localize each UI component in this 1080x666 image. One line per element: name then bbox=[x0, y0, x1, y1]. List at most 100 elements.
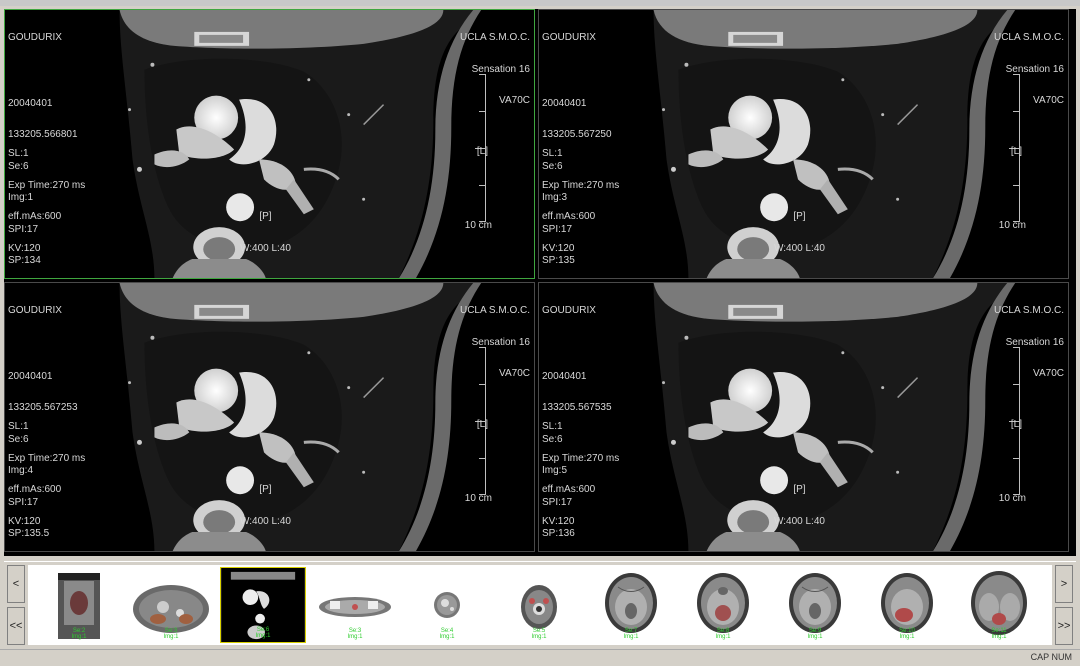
orientation-posterior: [P] bbox=[793, 211, 806, 222]
institution-overlay: UCLA S.M.O.C. Sensation 16 VA70C bbox=[460, 12, 530, 128]
patient-name: GOUDURIX bbox=[542, 305, 596, 316]
series-thumbnail[interactable]: Se:7 Img:1 bbox=[588, 567, 674, 643]
orientation-left: [L] bbox=[1010, 146, 1022, 157]
study-date: 20040401 bbox=[8, 97, 53, 109]
institution-overlay: UCLA S.M.O.C. Sensation 16 VA70C bbox=[994, 12, 1064, 128]
study-date: 20040401 bbox=[8, 370, 53, 382]
software-version: VA70C bbox=[499, 95, 530, 106]
scroll-left-button[interactable]: < bbox=[7, 565, 25, 603]
acquisition-overlay: SL:1 Exp Time:270 ms eff.mAs:600 KV:120 bbox=[8, 128, 85, 275]
series-thumbnail[interactable]: Se:6 Img:1 bbox=[220, 567, 306, 643]
orientation-posterior: [P] bbox=[259, 211, 272, 222]
exposure-time: Exp Time:270 ms bbox=[542, 179, 620, 191]
institution-name: UCLA S.M.O.C. bbox=[993, 305, 1064, 316]
thumbnail-caption: Se:4 Img:1 bbox=[439, 628, 455, 640]
window-level: W:400 L:40 bbox=[774, 515, 825, 527]
orientation-posterior: [P] bbox=[793, 484, 806, 495]
acquisition-overlay: SL:1 Exp Time:270 ms eff.mAs:600 KV:120 bbox=[542, 401, 619, 548]
slice-thickness: SL:1 bbox=[542, 421, 563, 432]
scale-label: 10 cm bbox=[464, 220, 492, 231]
slice-thickness: SL:1 bbox=[8, 421, 29, 432]
series-thumbnail[interactable]: Se:3 Img:1 bbox=[128, 567, 214, 643]
series-thumbnail[interactable]: Se:8 Img:1 bbox=[680, 567, 766, 643]
window-overlay: [P] W:400 L:40 bbox=[240, 464, 291, 548]
software-version: VA70C bbox=[499, 368, 530, 379]
effective-mas: eff.mAs:600 bbox=[542, 211, 596, 222]
viewport-pane-1[interactable]: GOUDURIX 20040401 133205.566801 Se:6 Img… bbox=[4, 9, 535, 279]
page-right-button[interactable]: >> bbox=[1055, 607, 1073, 645]
institution-name: UCLA S.M.O.C. bbox=[459, 32, 530, 43]
slice-thickness: SL:1 bbox=[8, 148, 29, 159]
series-thumbnail[interactable]: Se:5 Img:1 bbox=[496, 567, 582, 643]
window-overlay: [P] W:400 L:40 bbox=[774, 191, 825, 275]
window-level: W:400 L:40 bbox=[240, 515, 291, 527]
slice-thickness: SL:1 bbox=[542, 148, 563, 159]
window-level: W:400 L:40 bbox=[240, 242, 291, 254]
keyboard-indicators: CAP NUM bbox=[1030, 652, 1072, 662]
orientation-posterior: [P] bbox=[259, 484, 272, 495]
thumbnail-caption: Se:3 Img:1 bbox=[163, 628, 179, 640]
kilovoltage: KV:120 bbox=[8, 242, 41, 254]
kilovoltage: KV:120 bbox=[8, 515, 41, 527]
orientation-left: [L] bbox=[476, 419, 488, 430]
device-name: Sensation 16 bbox=[471, 63, 530, 75]
patient-name: GOUDURIX bbox=[8, 305, 62, 316]
study-date: 20040401 bbox=[542, 370, 587, 382]
thumbnail-caption: Se:2 Img:1 bbox=[71, 628, 87, 640]
institution-name: UCLA S.M.O.C. bbox=[459, 305, 530, 316]
scale-label: 10 cm bbox=[464, 493, 492, 504]
institution-name: UCLA S.M.O.C. bbox=[993, 32, 1064, 43]
image-viewer: GOUDURIX 20040401 133205.566801 Se:6 Img… bbox=[4, 9, 1076, 556]
title-bar-edge bbox=[0, 0, 1080, 6]
kilovoltage: KV:120 bbox=[542, 242, 575, 254]
scroll-right-button[interactable]: > bbox=[1055, 565, 1073, 603]
series-thumbnail[interactable]: Se:10 Img:1 bbox=[864, 567, 950, 643]
study-date: 20040401 bbox=[542, 97, 587, 109]
series-thumbnail[interactable]: Se:3 Img:1 bbox=[312, 567, 398, 643]
device-name: Sensation 16 bbox=[471, 336, 530, 348]
series-thumbnail[interactable]: Se:4 Img:1 bbox=[404, 567, 490, 643]
window-overlay: [P] W:400 L:40 bbox=[240, 191, 291, 275]
acquisition-overlay: SL:1 Exp Time:270 ms eff.mAs:600 KV:120 bbox=[542, 128, 619, 275]
thumbnail-caption: Se:8 Img:1 bbox=[715, 628, 731, 640]
window-level: W:400 L:40 bbox=[774, 242, 825, 254]
viewport-pane-2[interactable]: GOUDURIX 20040401 133205.567250 Se:6 Img… bbox=[538, 9, 1069, 279]
series-thumbnail[interactable]: Se:9 Img:1 bbox=[772, 567, 858, 643]
status-bar: CAP NUM bbox=[0, 649, 1080, 666]
thumbnail-caption: Se:6 Img:1 bbox=[255, 627, 271, 639]
device-name: Sensation 16 bbox=[1005, 336, 1064, 348]
orientation-left: [L] bbox=[1010, 419, 1022, 430]
app-window: GOUDURIX 20040401 133205.566801 Se:6 Img… bbox=[0, 0, 1080, 666]
viewport-pane-3[interactable]: GOUDURIX 20040401 133205.567253 Se:6 Img… bbox=[4, 282, 535, 552]
thumbnail-caption: Se:7 Img:1 bbox=[623, 628, 639, 640]
thumbnail-caption: Se:5 Img:1 bbox=[531, 628, 547, 640]
patient-name: GOUDURIX bbox=[8, 32, 62, 43]
thumbnail-list: Se:2 Img:1 Se:3 Img:1 Se:6 Img:1 Se:3 Im… bbox=[28, 565, 1052, 645]
series-thumbnail[interactable]: Se:11 Img:1 bbox=[956, 567, 1042, 643]
institution-overlay: UCLA S.M.O.C. Sensation 16 VA70C bbox=[460, 285, 530, 401]
software-version: VA70C bbox=[1033, 95, 1064, 106]
window-overlay: [P] W:400 L:40 bbox=[774, 464, 825, 548]
effective-mas: eff.mAs:600 bbox=[8, 484, 62, 495]
series-thumbnail[interactable]: Se:2 Img:1 bbox=[36, 567, 122, 643]
scale-label: 10 cm bbox=[998, 220, 1026, 231]
thumbnail-strip: < << Se:2 Img:1 Se:3 Img:1 Se:6 Img:1 Se… bbox=[4, 561, 1076, 648]
exposure-time: Exp Time:270 ms bbox=[8, 452, 86, 464]
thumbnail-caption: Se:9 Img:1 bbox=[807, 628, 823, 640]
patient-name: GOUDURIX bbox=[542, 32, 596, 43]
scale-label: 10 cm bbox=[998, 493, 1026, 504]
acquisition-overlay: SL:1 Exp Time:270 ms eff.mAs:600 KV:120 bbox=[8, 401, 85, 548]
thumbnail-caption: Se:10 Img:1 bbox=[899, 628, 915, 640]
software-version: VA70C bbox=[1033, 368, 1064, 379]
institution-overlay: UCLA S.M.O.C. Sensation 16 VA70C bbox=[994, 285, 1064, 401]
page-left-button[interactable]: << bbox=[7, 607, 25, 645]
effective-mas: eff.mAs:600 bbox=[8, 211, 62, 222]
device-name: Sensation 16 bbox=[1005, 63, 1064, 75]
effective-mas: eff.mAs:600 bbox=[542, 484, 596, 495]
exposure-time: Exp Time:270 ms bbox=[8, 179, 86, 191]
exposure-time: Exp Time:270 ms bbox=[542, 452, 620, 464]
orientation-left: [L] bbox=[476, 146, 488, 157]
viewport-pane-4[interactable]: GOUDURIX 20040401 133205.567535 Se:6 Img… bbox=[538, 282, 1069, 552]
thumbnail-caption: Se:3 Img:1 bbox=[347, 628, 363, 640]
kilovoltage: KV:120 bbox=[542, 515, 575, 527]
